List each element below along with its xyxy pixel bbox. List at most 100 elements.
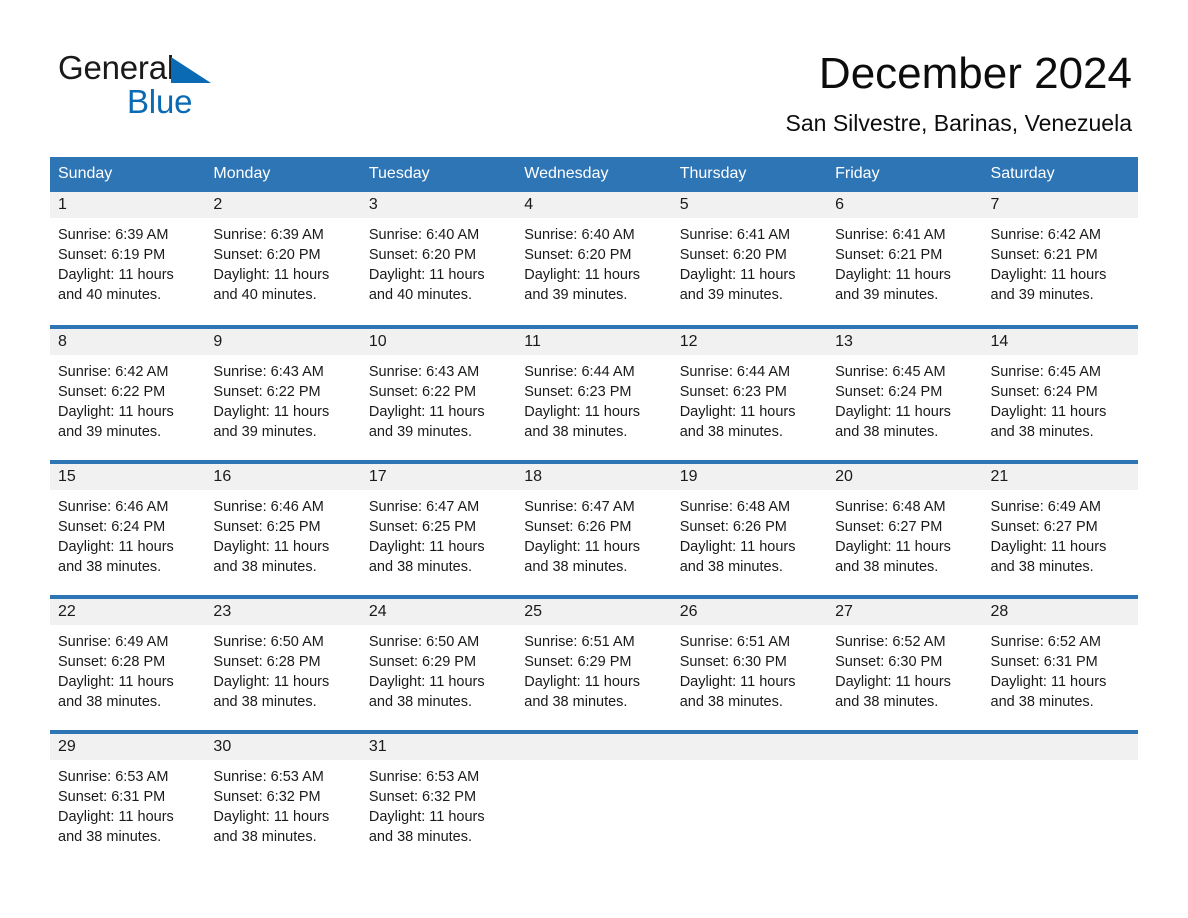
calendar-day-cell[interactable]: 15 Sunrise: 6:46 AM Sunset: 6:24 PM Dayligh… <box>50 462 206 595</box>
daylight-text: Daylight: 11 hours and 38 minutes. <box>368 539 485 575</box>
sunrise-text: Sunrise: 6:41 AM <box>679 227 791 243</box>
calendar-day-cell[interactable]: 14 Sunrise: 6:45 AM Sunset: 6:24 PM Dayligh… <box>982 327 1138 460</box>
sunset-text: Sunset: 6:30 PM <box>835 654 943 670</box>
day-cell-body: 7 Sunrise: 6:42 AM Sunset: 6:21 PM Daylight… <box>982 192 1138 325</box>
calendar-day-cell[interactable]: 19 Sunrise: 6:48 AM Sunset: 6:26 PM Dayligh… <box>671 462 828 595</box>
daylight-text: Daylight: 11 hours and 39 minutes. <box>58 404 174 440</box>
day-sun-info: Sunrise: 6:53 AM Sunset: 6:32 PM Daylight:… <box>361 760 516 847</box>
calendar-empty-cell <box>671 732 828 865</box>
sunset-text: Sunset: 6:28 PM <box>213 654 321 670</box>
daylight-text: Daylight: 11 hours and 38 minutes. <box>679 404 796 440</box>
sunrise-text: Sunrise: 6:39 AM <box>213 227 324 243</box>
sunrise-text: Sunrise: 6:42 AM <box>990 227 1101 243</box>
day-number: 16 <box>205 464 361 490</box>
calendar-day-cell[interactable]: 30 Sunrise: 6:53 AM Sunset: 6:32 PM Dayligh… <box>205 732 361 865</box>
day-sun-info: Sunrise: 6:49 AM Sunset: 6:27 PM Daylight:… <box>983 490 1138 577</box>
day-sun-info: Sunrise: 6:39 AM Sunset: 6:20 PM Daylight:… <box>205 218 360 305</box>
sunset-text: Sunset: 6:29 PM <box>524 654 632 670</box>
calendar-day-cell[interactable]: 12 Sunrise: 6:44 AM Sunset: 6:23 PM Dayligh… <box>671 327 828 460</box>
day-sun-info: Sunrise: 6:51 AM Sunset: 6:30 PM Daylight:… <box>672 625 827 712</box>
weekday-header-sunday: Sunday <box>50 157 206 192</box>
weekday-header-monday: Monday <box>205 157 361 192</box>
sunset-text: Sunset: 6:32 PM <box>368 789 477 805</box>
brand-name-general: General <box>58 49 175 86</box>
sunrise-text: Sunrise: 6:52 AM <box>990 634 1101 650</box>
day-number: 11 <box>516 329 672 355</box>
day-cell-body: 16 Sunrise: 6:46 AM Sunset: 6:25 PM Dayligh… <box>205 462 361 595</box>
day-number: 7 <box>982 192 1138 218</box>
sunset-text: Sunset: 6:31 PM <box>990 654 1098 670</box>
calendar-day-cell[interactable]: 22 Sunrise: 6:49 AM Sunset: 6:28 PM Dayligh… <box>50 597 206 730</box>
calendar-day-cell[interactable]: 26 Sunrise: 6:51 AM Sunset: 6:30 PM Dayligh… <box>671 597 828 730</box>
sunset-text: Sunset: 6:32 PM <box>213 789 321 805</box>
calendar-day-cell[interactable]: 4 Sunrise: 6:40 AM Sunset: 6:20 PM Daylight… <box>516 192 672 325</box>
calendar-day-cell[interactable]: 5 Sunrise: 6:41 AM Sunset: 6:20 PM Daylight… <box>671 192 828 325</box>
calendar-day-cell[interactable]: 2 Sunrise: 6:39 AM Sunset: 6:20 PM Daylight… <box>205 192 361 325</box>
calendar-day-cell[interactable]: 8 Sunrise: 6:42 AM Sunset: 6:22 PM Daylight… <box>50 327 206 460</box>
sunrise-text: Sunrise: 6:41 AM <box>835 227 946 243</box>
calendar-day-cell[interactable]: 18 Sunrise: 6:47 AM Sunset: 6:26 PM Dayligh… <box>516 462 672 595</box>
sunrise-text: Sunrise: 6:48 AM <box>679 499 791 515</box>
calendar-day-cell[interactable]: 9 Sunrise: 6:43 AM Sunset: 6:22 PM Daylight… <box>205 327 361 460</box>
calendar-day-cell[interactable]: 11 Sunrise: 6:44 AM Sunset: 6:23 PM Dayligh… <box>516 327 672 460</box>
day-number: 26 <box>671 599 828 625</box>
daylight-text: Daylight: 11 hours and 38 minutes. <box>679 539 796 575</box>
day-cell-body: 5 Sunrise: 6:41 AM Sunset: 6:20 PM Daylight… <box>671 192 828 325</box>
calendar-day-cell[interactable]: 25 Sunrise: 6:51 AM Sunset: 6:29 PM Dayligh… <box>516 597 672 730</box>
calendar-week-row: 29 Sunrise: 6:53 AM Sunset: 6:31 PM Dayligh… <box>50 732 1138 865</box>
calendar-day-cell[interactable]: 28 Sunrise: 6:52 AM Sunset: 6:31 PM Dayligh… <box>982 597 1138 730</box>
calendar-week-row: 15 Sunrise: 6:46 AM Sunset: 6:24 PM Dayligh… <box>50 462 1138 595</box>
day-sun-info: Sunrise: 6:39 AM Sunset: 6:19 PM Daylight:… <box>50 218 205 305</box>
calendar-day-cell[interactable]: 10 Sunrise: 6:43 AM Sunset: 6:22 PM Dayligh… <box>360 327 517 460</box>
calendar-day-cell[interactable]: 13 Sunrise: 6:45 AM Sunset: 6:24 PM Dayligh… <box>827 327 983 460</box>
calendar-day-cell[interactable]: 1 Sunrise: 6:39 AM Sunset: 6:19 PM Daylight… <box>50 192 206 325</box>
sunset-text: Sunset: 6:22 PM <box>368 384 477 400</box>
calendar-day-cell[interactable]: 17 Sunrise: 6:47 AM Sunset: 6:25 PM Dayligh… <box>360 462 517 595</box>
calendar-week-row: 8 Sunrise: 6:42 AM Sunset: 6:22 PM Daylight… <box>50 327 1138 460</box>
day-number: 15 <box>50 464 206 490</box>
day-cell-body: 9 Sunrise: 6:43 AM Sunset: 6:22 PM Daylight… <box>205 327 361 460</box>
daylight-text: Daylight: 11 hours and 39 minutes. <box>679 267 796 303</box>
day-sun-info: Sunrise: 6:42 AM Sunset: 6:21 PM Daylight:… <box>983 218 1138 305</box>
day-cell-body: 26 Sunrise: 6:51 AM Sunset: 6:30 PM Dayligh… <box>671 597 828 730</box>
day-cell-body: 17 Sunrise: 6:47 AM Sunset: 6:25 PM Dayligh… <box>360 462 517 595</box>
calendar-week-row: 1 Sunrise: 6:39 AM Sunset: 6:19 PM Daylight… <box>50 192 1138 325</box>
daylight-text: Daylight: 11 hours and 38 minutes. <box>213 809 330 845</box>
calendar-day-cell[interactable]: 29 Sunrise: 6:53 AM Sunset: 6:31 PM Dayligh… <box>50 732 206 865</box>
daylight-text: Daylight: 11 hours and 38 minutes. <box>524 404 641 440</box>
calendar-day-cell[interactable]: 31 Sunrise: 6:53 AM Sunset: 6:32 PM Dayligh… <box>360 732 517 865</box>
day-cell-body: 23 Sunrise: 6:50 AM Sunset: 6:28 PM Dayligh… <box>205 597 361 730</box>
calendar-day-cell[interactable]: 24 Sunrise: 6:50 AM Sunset: 6:29 PM Dayligh… <box>360 597 517 730</box>
calendar-day-cell[interactable]: 23 Sunrise: 6:50 AM Sunset: 6:28 PM Dayligh… <box>205 597 361 730</box>
day-cell-body: 11 Sunrise: 6:44 AM Sunset: 6:23 PM Dayligh… <box>516 327 672 460</box>
sunrise-text: Sunrise: 6:47 AM <box>368 499 480 515</box>
sunrise-text: Sunrise: 6:45 AM <box>835 364 946 380</box>
daylight-text: Daylight: 11 hours and 38 minutes. <box>990 539 1107 575</box>
sunset-text: Sunset: 6:24 PM <box>58 519 166 535</box>
page-title: December 2024 <box>818 49 1132 98</box>
day-cell-body: 29 Sunrise: 6:53 AM Sunset: 6:31 PM Dayligh… <box>50 732 206 865</box>
brand-logo[interactable]: General Blue <box>58 50 358 130</box>
calendar-day-cell[interactable]: 16 Sunrise: 6:46 AM Sunset: 6:25 PM Dayligh… <box>205 462 361 595</box>
sunrise-text: Sunrise: 6:44 AM <box>524 364 635 380</box>
day-number: 27 <box>827 599 983 625</box>
day-cell-body: 25 Sunrise: 6:51 AM Sunset: 6:29 PM Dayligh… <box>516 597 672 730</box>
calendar-week-row: 22 Sunrise: 6:49 AM Sunset: 6:28 PM Dayligh… <box>50 597 1138 730</box>
day-number: 1 <box>50 192 206 218</box>
sunset-text: Sunset: 6:23 PM <box>679 384 787 400</box>
day-number: 28 <box>982 599 1138 625</box>
calendar-day-cell[interactable]: 27 Sunrise: 6:52 AM Sunset: 6:30 PM Dayligh… <box>827 597 983 730</box>
day-sun-info: Sunrise: 6:48 AM Sunset: 6:27 PM Daylight:… <box>827 490 982 577</box>
calendar-day-cell[interactable]: 3 Sunrise: 6:40 AM Sunset: 6:20 PM Daylight… <box>360 192 517 325</box>
daylight-text: Daylight: 11 hours and 38 minutes. <box>524 539 641 575</box>
calendar-day-cell[interactable]: 7 Sunrise: 6:42 AM Sunset: 6:21 PM Daylight… <box>982 192 1138 325</box>
day-sun-info: Sunrise: 6:44 AM Sunset: 6:23 PM Daylight:… <box>672 355 827 442</box>
sunset-text: Sunset: 6:26 PM <box>524 519 632 535</box>
daylight-text: Daylight: 11 hours and 39 minutes. <box>835 267 951 303</box>
calendar-day-cell[interactable]: 6 Sunrise: 6:41 AM Sunset: 6:21 PM Daylight… <box>827 192 983 325</box>
calendar-day-cell[interactable]: 21 Sunrise: 6:49 AM Sunset: 6:27 PM Dayligh… <box>982 462 1138 595</box>
calendar-body: 1 Sunrise: 6:39 AM Sunset: 6:19 PM Daylight… <box>50 192 1138 865</box>
day-number: 3 <box>360 192 517 218</box>
calendar-day-cell[interactable]: 20 Sunrise: 6:48 AM Sunset: 6:27 PM Dayligh… <box>827 462 983 595</box>
day-number: 17 <box>360 464 517 490</box>
